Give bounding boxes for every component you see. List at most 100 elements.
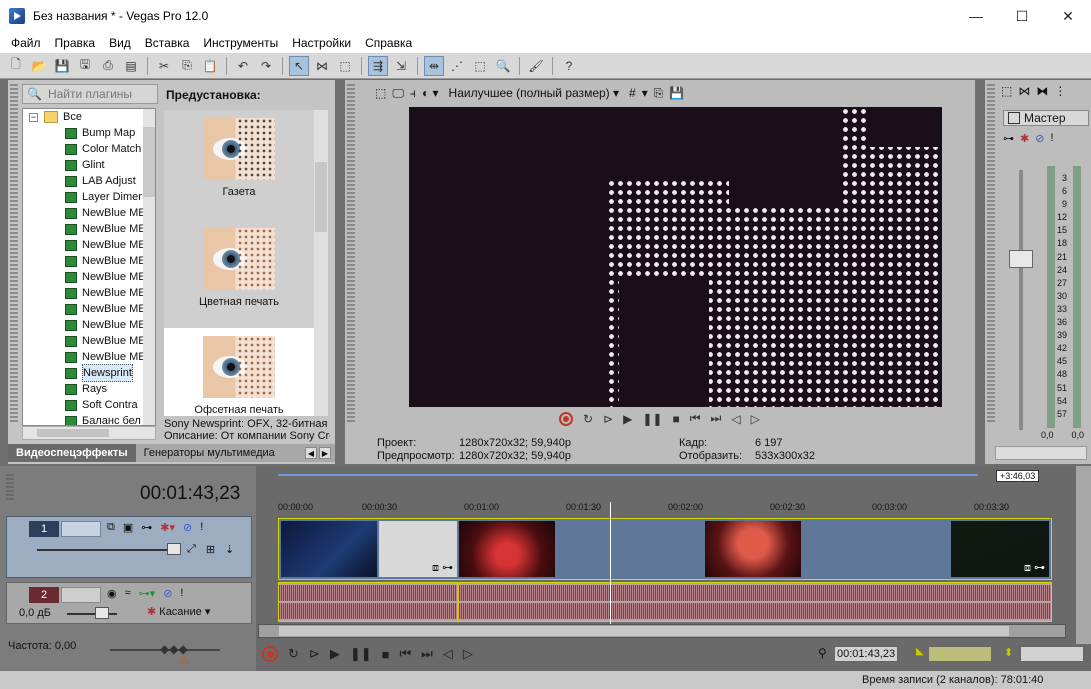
play-icon[interactable]: ▶ <box>623 412 632 426</box>
save-icon[interactable]: 💾 <box>52 56 72 76</box>
tree-item[interactable]: Layer Dimer <box>23 189 155 205</box>
preset-item[interactable]: Газета <box>164 110 314 218</box>
crop-icon[interactable]: ⧈ ⊶ <box>1024 561 1045 575</box>
normal-edit-tool-icon[interactable]: ↖ <box>289 55 309 76</box>
prev-frame-icon[interactable]: ◁ <box>443 646 453 662</box>
crop-icon[interactable]: ⧈ ⊶ <box>432 561 453 575</box>
automation-mode-select[interactable]: ✱ Касание ▾ <box>147 605 210 618</box>
brush-icon[interactable]: 🖌 <box>526 56 546 76</box>
menu-insert[interactable]: Вставка <box>138 36 197 50</box>
tree-item[interactable]: LAB Adjust <box>23 173 155 189</box>
bypass-icon[interactable]: ⊘ <box>1035 132 1044 145</box>
envelope-tool-icon[interactable]: ⋈ <box>312 56 332 76</box>
preset-scrollbar[interactable] <box>314 110 328 416</box>
preset-item[interactable]: Цветная печать <box>164 220 314 328</box>
insert-fx-icon[interactable]: ⊶ <box>1003 132 1014 145</box>
minimize-button[interactable]: — <box>953 0 999 32</box>
track-name-input[interactable] <box>61 521 101 537</box>
mixer-scrollbar[interactable] <box>995 446 1087 460</box>
record-icon[interactable] <box>262 646 278 662</box>
video-clip-thumbnail[interactable]: ⧈ ⊶ <box>951 521 1049 577</box>
track-fx-icon[interactable]: ⊶▾ <box>139 587 156 600</box>
preview-properties-icon[interactable]: ⬚ <box>375 86 386 100</box>
video-clip-empty[interactable]: ⧈ ⊶ <box>379 521 457 577</box>
tree-horizontal-scrollbar[interactable] <box>22 426 156 440</box>
solo-icon[interactable]: ! <box>200 521 203 534</box>
stop-icon[interactable]: ■ <box>672 412 679 426</box>
track-fx-icon[interactable]: ✱▾ <box>160 521 175 534</box>
close-button[interactable]: ✕ <box>1045 0 1091 32</box>
audio-track-header[interactable]: 2 ◉ ≈ ⊶▾ ⊘ ! 0,0 дБ ✱ Касание ▾ <box>6 582 252 624</box>
tree-item[interactable]: Bump Map <box>23 125 155 141</box>
redo-icon[interactable]: ↷ <box>256 56 276 76</box>
plugin-search-input[interactable]: 🔍 Найти плагины <box>22 84 158 104</box>
menu-file[interactable]: Файл <box>4 36 48 50</box>
tree-item[interactable]: NewBlue ME <box>23 349 155 365</box>
composite-mode-icon[interactable]: ⧉ <box>107 521 115 534</box>
menu-view[interactable]: Вид <box>102 36 138 50</box>
cursor-timecode[interactable]: 00:01:43,23 <box>834 646 898 662</box>
copy-icon[interactable]: ⎘ <box>177 56 197 76</box>
pause-icon[interactable]: ❚❚ <box>350 646 372 662</box>
grid-icon[interactable]: # <box>629 86 636 100</box>
save-as-icon[interactable]: 🖫 <box>75 56 95 76</box>
menu-help[interactable]: Справка <box>358 36 419 50</box>
tree-item[interactable]: Color Match <box>23 141 155 157</box>
fx-chain-icon[interactable]: ▣ <box>123 521 133 534</box>
play-from-start-icon[interactable]: ⊳ <box>603 412 613 426</box>
time-ruler[interactable]: 00:00:00 00:00:30 00:01:00 00:01:30 00:0… <box>278 502 1076 516</box>
motion-icon[interactable]: ⊶ <box>141 521 152 534</box>
go-to-start-icon[interactable]: ⏮ <box>399 646 411 662</box>
copy-snapshot-icon[interactable]: ⎘ <box>654 86 664 101</box>
mixer-fx-icon[interactable]: ⧓ <box>1036 84 1048 98</box>
panel-grip[interactable] <box>987 84 995 424</box>
zoom-tool-icon[interactable]: 🔍 <box>493 56 513 76</box>
go-to-end-icon[interactable]: ⏭ <box>421 646 433 662</box>
tree-item[interactable]: NewBlue ME <box>23 269 155 285</box>
fx-gear-icon[interactable]: ✱ <box>1020 132 1029 145</box>
scroll-thumb[interactable] <box>279 626 1009 636</box>
tree-item[interactable]: NewBlue ME <box>23 221 155 237</box>
tree-item[interactable]: NewBlue ME <box>23 317 155 333</box>
ignore-grouping-icon[interactable]: ⬚ <box>470 56 490 76</box>
new-project-icon[interactable]: 🗋 <box>6 56 26 76</box>
master-channel-header[interactable]: Мастер <box>1003 110 1089 126</box>
auto-ripple-icon[interactable]: ⇶ <box>368 55 388 76</box>
record-arm-icon[interactable]: ◉ <box>107 587 117 600</box>
tree-item[interactable]: Баланс бел <box>23 413 155 425</box>
tab-media-generators[interactable]: Генераторы мультимедиа <box>136 444 283 462</box>
menu-options[interactable]: Настройки <box>285 36 358 50</box>
tree-item[interactable]: NewBlue ME <box>23 301 155 317</box>
tree-item[interactable]: Soft Contra <box>23 397 155 413</box>
scroll-thumb[interactable] <box>315 162 327 232</box>
snapping-icon[interactable]: ⇹ <box>424 55 444 76</box>
play-from-start-icon[interactable]: ⊳ <box>309 646 320 662</box>
volume-slider-knob[interactable] <box>95 607 109 619</box>
loop-icon[interactable]: ↻ <box>583 412 593 426</box>
tree-item[interactable]: NewBlue ME <box>23 253 155 269</box>
selection-tool-icon[interactable]: ⬚ <box>335 56 355 76</box>
overlays-icon[interactable]: ◐ ▾ <box>422 86 439 100</box>
tree-item[interactable]: Glint <box>23 157 155 173</box>
expand-icon[interactable]: ⤢ <box>187 543 196 556</box>
pause-icon[interactable]: ❚❚ <box>642 412 662 426</box>
panel-grip[interactable] <box>6 474 14 502</box>
menu-tools[interactable]: Инструменты <box>196 36 285 50</box>
tree-item[interactable]: NewBlue ME <box>23 333 155 349</box>
panel-grip[interactable] <box>347 84 355 424</box>
selection-start-box[interactable] <box>928 646 992 662</box>
external-monitor-icon[interactable]: 🖵 <box>392 86 404 101</box>
audio-track-lane[interactable] <box>278 582 1052 622</box>
selection-length-box[interactable] <box>1020 646 1084 662</box>
lock-envelopes-icon[interactable]: ⇲ <box>391 56 411 76</box>
solo-icon[interactable]: ! <box>180 587 183 600</box>
prev-frame-icon[interactable]: ◁ <box>731 412 740 426</box>
panel-grip[interactable] <box>10 84 18 424</box>
timeline-vertical-scrollbar[interactable] <box>1076 466 1091 644</box>
maximize-button[interactable]: ☐ <box>999 0 1045 32</box>
tab-scroll-right-icon[interactable]: ▶ <box>319 447 331 459</box>
paste-icon[interactable]: 📋 <box>200 56 220 76</box>
tree-item[interactable]: − Все <box>23 109 155 125</box>
next-frame-icon[interactable]: ▷ <box>463 646 473 662</box>
preset-item-selected[interactable]: Офсетная печать <box>164 328 314 416</box>
